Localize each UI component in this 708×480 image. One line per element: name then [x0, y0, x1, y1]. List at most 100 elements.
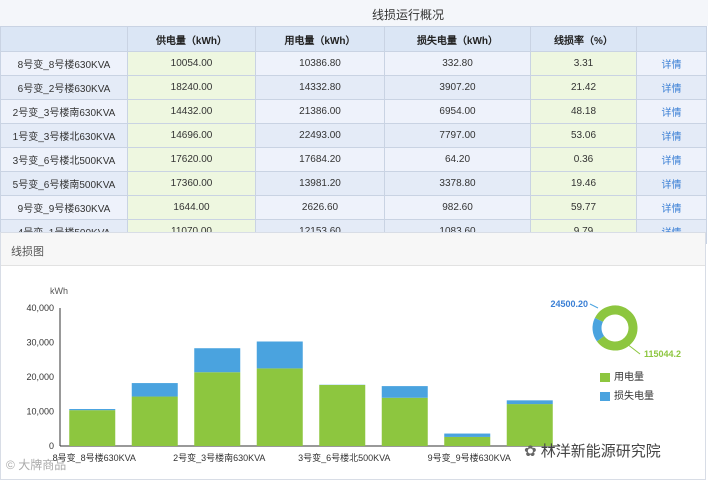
- details-link[interactable]: 详情: [636, 99, 707, 124]
- row-name: 2号变_3号楼南630KVA: [0, 99, 128, 124]
- row-rate: 3.31: [530, 51, 637, 76]
- row-rate: 48.18: [530, 99, 637, 124]
- row-name: 3号变_6号楼北500KVA: [0, 147, 128, 172]
- row-supply: 14432.00: [127, 99, 256, 124]
- row-loss: 982.60: [384, 195, 531, 220]
- row-loss: 64.20: [384, 147, 531, 172]
- bar-loss: [194, 348, 241, 373]
- table-row: 1号变_3号楼北630KVA 14696.00 22493.00 7797.00…: [0, 123, 707, 148]
- page-title: 线损运行概况: [372, 8, 445, 22]
- row-rate: 21.42: [530, 75, 637, 100]
- row-rate: 59.77: [530, 195, 637, 220]
- table-row: 6号变_2号楼630KVA 18240.00 14332.80 3907.20 …: [0, 75, 707, 100]
- legend-label-loss: 损失电量: [614, 391, 654, 402]
- row-usage: 2626.60: [255, 195, 385, 220]
- row-supply: 17620.00: [127, 147, 256, 172]
- row-supply: 14696.00: [127, 123, 256, 148]
- row-usage: 10386.80: [255, 51, 385, 76]
- row-loss: 3907.20: [384, 75, 531, 100]
- header-action: [636, 26, 707, 52]
- y-tick-label: 10,000: [26, 407, 54, 417]
- panel-title: 线损图: [11, 246, 44, 258]
- row-rate: 53.06: [530, 123, 637, 148]
- donut-label-usage: 115044.2: [644, 349, 681, 359]
- chart-panel-header: 线损图: [1, 233, 705, 266]
- loss-table: 供电量（kWh） 用电量（kWh） 损失电量（kWh） 线损率（%） 8号变_8…: [0, 26, 707, 244]
- bar-loss: [444, 433, 491, 437]
- row-name: 1号变_3号楼北630KVA: [0, 123, 128, 148]
- legend-swatch-usage: [600, 372, 610, 382]
- x-tick-label: 2号变_3号楼南630KVA: [173, 452, 265, 463]
- donut-usage: [594, 305, 638, 351]
- watermark2-text: 大牌商品: [18, 458, 67, 472]
- donut-leader-usage: [626, 343, 641, 355]
- bar-loss: [506, 400, 553, 405]
- donut-leader-loss: [589, 303, 599, 309]
- row-rate: 0.36: [530, 147, 637, 172]
- row-name: 8号变_8号楼630KVA: [0, 51, 128, 76]
- bar-usage: [319, 384, 366, 446]
- copyright-icon: ©: [6, 458, 15, 472]
- x-tick-label: 9号变_9号楼630KVA: [428, 452, 511, 463]
- header-name: [0, 26, 128, 52]
- details-link[interactable]: 详情: [636, 195, 707, 220]
- bar-usage: [69, 410, 116, 446]
- bar-loss: [256, 341, 303, 369]
- watermark-secondary: © 大牌商品: [6, 456, 66, 473]
- title-bar: 线损运行概况: [0, 0, 708, 26]
- wechat-icon: ✿: [524, 443, 537, 460]
- bar-usage: [444, 436, 491, 446]
- header-rate: 线损率（%）: [530, 26, 637, 52]
- watermark-text: 林洋新能源研究院: [540, 443, 661, 460]
- y-tick-label: 0: [49, 441, 54, 451]
- watermark-brand: ✿ 林洋新能源研究院: [524, 440, 661, 461]
- row-name: 5号变_6号楼南500KVA: [0, 171, 128, 196]
- y-tick-label: 30,000: [26, 338, 54, 348]
- bar-usage: [131, 396, 178, 446]
- y-tick-label: 40,000: [26, 303, 54, 313]
- x-tick-label: 3号变_6号楼北500KVA: [298, 452, 390, 463]
- row-loss: 7797.00: [384, 123, 531, 148]
- row-usage: 21386.00: [255, 99, 385, 124]
- table-header-row: 供电量（kWh） 用电量（kWh） 损失电量（kWh） 线损率（%）: [0, 26, 707, 52]
- header-loss: 损失电量（kWh）: [384, 26, 531, 52]
- details-link[interactable]: 详情: [636, 51, 707, 76]
- table-row: 9号变_9号楼630KVA 1644.00 2626.60 982.60 59.…: [0, 195, 707, 220]
- row-name: 6号变_2号楼630KVA: [0, 75, 128, 100]
- table-row: 5号变_6号楼南500KVA 17360.00 13981.20 3378.80…: [0, 171, 707, 196]
- bar-loss: [69, 409, 116, 411]
- y-axis-label: kWh: [50, 286, 68, 296]
- legend-loss[interactable]: 损失电量: [600, 387, 654, 402]
- bar-usage: [256, 368, 303, 446]
- table-row: 3号变_6号楼北500KVA 17620.00 17684.20 64.20 0…: [0, 147, 707, 172]
- row-supply: 18240.00: [127, 75, 256, 100]
- table-row: 8号变_8号楼630KVA 10054.00 10386.80 332.80 3…: [0, 51, 707, 76]
- header-supply: 供电量（kWh）: [127, 26, 256, 52]
- row-usage: 22493.00: [255, 123, 385, 148]
- row-loss: 3378.80: [384, 171, 531, 196]
- bar-usage: [194, 372, 241, 446]
- row-name: 9号变_9号楼630KVA: [0, 195, 128, 220]
- row-rate: 19.46: [530, 171, 637, 196]
- header-usage: 用电量（kWh）: [255, 26, 385, 52]
- legend-label-usage: 用电量: [614, 372, 644, 383]
- donut-loss: [592, 317, 605, 342]
- y-tick-label: 20,000: [26, 372, 54, 382]
- bar-usage: [381, 397, 428, 446]
- details-link[interactable]: 详情: [636, 123, 707, 148]
- row-usage: 13981.20: [255, 171, 385, 196]
- row-loss: 332.80: [384, 51, 531, 76]
- details-link[interactable]: 详情: [636, 147, 707, 172]
- table-row: 2号变_3号楼南630KVA 14432.00 21386.00 6954.00…: [0, 99, 707, 124]
- bar-loss: [381, 386, 428, 398]
- row-supply: 10054.00: [127, 51, 256, 76]
- row-supply: 1644.00: [127, 195, 256, 220]
- details-link[interactable]: 详情: [636, 171, 707, 196]
- details-link[interactable]: 详情: [636, 75, 707, 100]
- bar-loss: [131, 383, 178, 397]
- legend-swatch-loss: [600, 391, 610, 401]
- row-loss: 6954.00: [384, 99, 531, 124]
- row-usage: 14332.80: [255, 75, 385, 100]
- legend-usage[interactable]: 用电量: [600, 368, 644, 383]
- row-supply: 17360.00: [127, 171, 256, 196]
